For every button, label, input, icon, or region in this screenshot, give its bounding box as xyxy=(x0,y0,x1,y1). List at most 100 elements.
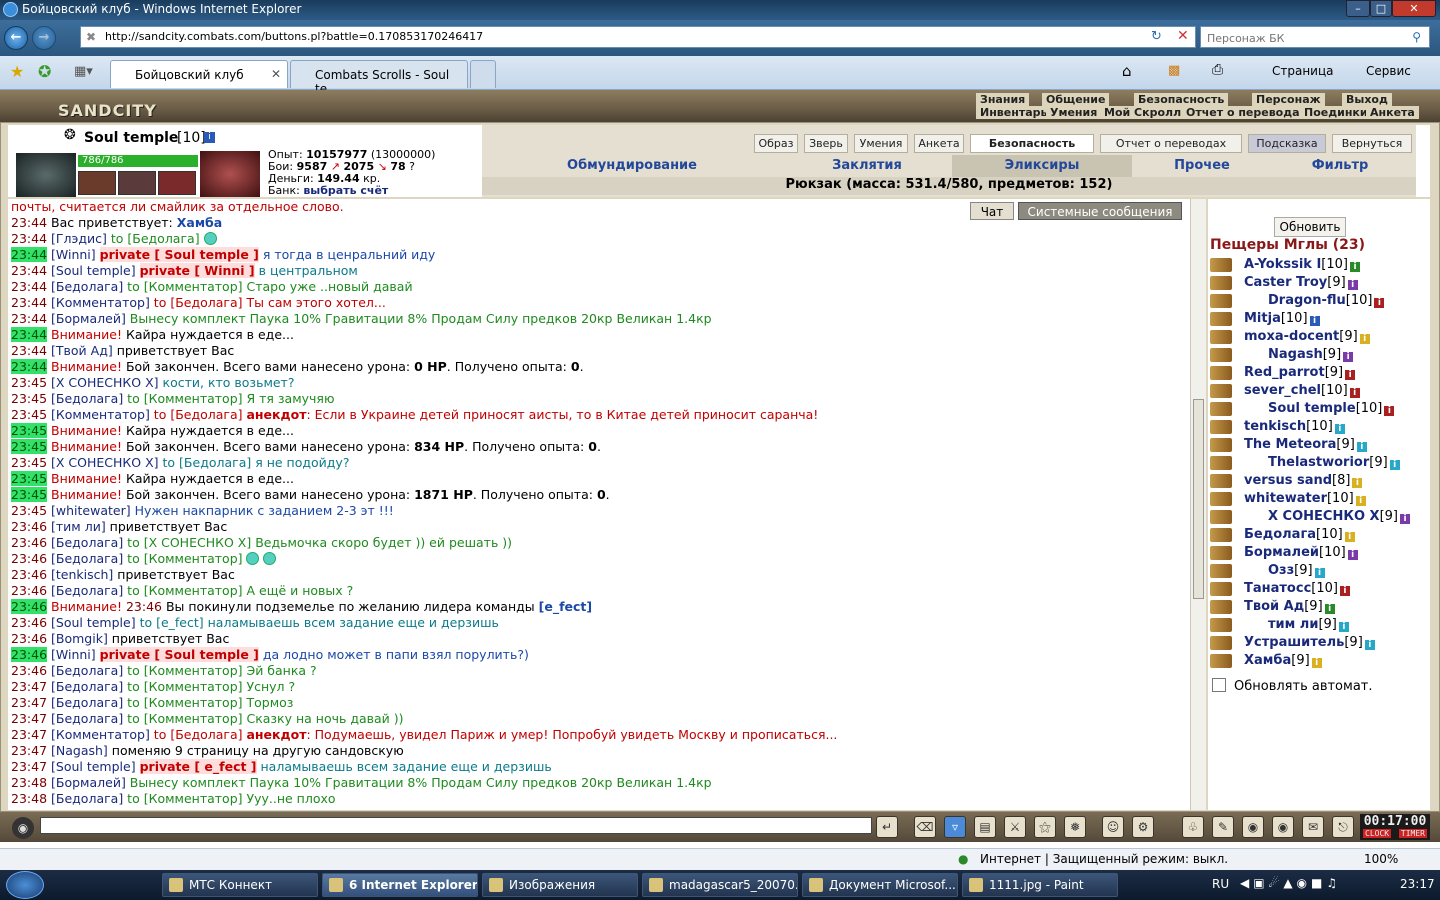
chat-author[interactable]: [X СОНЕСНКО X] xyxy=(51,375,159,390)
tools-menu[interactable]: Сервис xyxy=(1366,64,1411,78)
info-icon[interactable]: i xyxy=(1314,568,1325,578)
chat-timestamp[interactable]: 23:44 xyxy=(11,343,47,358)
chat-timestamp[interactable]: 23:45 xyxy=(11,375,47,390)
player-row[interactable]: Твой Ад[9] i xyxy=(1210,599,1428,617)
player-row[interactable]: Хамба[9] i xyxy=(1210,653,1428,671)
player-name[interactable]: Thelastworior xyxy=(1268,455,1369,470)
menu-inventory[interactable]: Инвентарь xyxy=(976,106,1052,119)
player-row[interactable]: Бормалей[10] i xyxy=(1210,545,1428,563)
player-name-link[interactable]: Озз[9] i xyxy=(1268,563,1325,578)
chat-author[interactable]: [Бедолага] xyxy=(51,391,123,406)
info-icon[interactable]: i xyxy=(1356,442,1367,452)
pet-slot[interactable] xyxy=(200,151,260,197)
info-icon[interactable]: i xyxy=(1349,388,1360,398)
menu-profile[interactable]: Анкета xyxy=(1366,106,1419,119)
chat-author[interactable]: [Soul temple] xyxy=(51,263,136,278)
chat-author[interactable]: [Soul temple] xyxy=(51,615,136,630)
scroll-icon[interactable]: ✎ xyxy=(1212,816,1234,838)
info-icon[interactable]: i xyxy=(1334,424,1345,434)
btn-pet[interactable]: Зверь xyxy=(804,134,848,153)
menu-skills[interactable]: Умения xyxy=(1046,106,1102,119)
player-name[interactable]: moxa-docent xyxy=(1244,329,1339,344)
player-name-link[interactable]: Твой Ад[9] i xyxy=(1244,599,1335,614)
chat-author[interactable]: [Soul temple] xyxy=(51,759,136,774)
chat-author[interactable]: [Бедолага] xyxy=(51,791,123,806)
info-icon[interactable]: i xyxy=(1359,334,1370,344)
player-name-link[interactable]: Бедолага[10] i xyxy=(1244,527,1355,542)
info-icon[interactable]: i xyxy=(1389,460,1400,470)
mail-icon[interactable]: ✉ xyxy=(1302,816,1324,838)
exit-icon[interactable]: ⎋ xyxy=(1332,816,1354,838)
inventory-icon[interactable]: ♧ xyxy=(1182,816,1204,838)
avatar[interactable] xyxy=(16,153,76,197)
info-icon[interactable]: i xyxy=(1352,478,1363,488)
player-name[interactable]: Танатосс xyxy=(1244,581,1311,596)
private-message-icon[interactable] xyxy=(1210,294,1232,308)
chat-timestamp[interactable]: 23:44 xyxy=(11,215,47,230)
chat-timestamp[interactable]: 23:48 xyxy=(11,791,47,806)
chat-timestamp[interactable]: 23:44 xyxy=(11,327,48,342)
player-row[interactable]: Бедолага[10] i xyxy=(1210,527,1428,545)
search-icon[interactable]: ⚲ xyxy=(1412,30,1421,44)
chat-timestamp[interactable]: 23:46 xyxy=(11,647,48,662)
chat-author[interactable]: [Бедолага] xyxy=(51,583,123,598)
player-name[interactable]: versus sand xyxy=(1244,473,1332,488)
player-row[interactable]: X СОНЕСНКО X[9] i xyxy=(1210,509,1428,527)
player-name[interactable]: Nagash xyxy=(1268,347,1323,362)
stop-icon[interactable]: ✕ xyxy=(1177,28,1189,44)
player-row[interactable]: tenkisch[10] i xyxy=(1210,419,1428,437)
chat-timestamp[interactable]: 23:44 xyxy=(11,359,48,374)
chat-timestamp[interactable]: 23:46 xyxy=(11,631,47,646)
private-tag[interactable]: private [ Soul temple ] xyxy=(99,647,259,662)
info-icon[interactable]: i xyxy=(1339,586,1350,596)
player-name-link[interactable]: Thelastworior[9] i xyxy=(1268,455,1400,470)
btn-return[interactable]: Вернуться xyxy=(1332,134,1412,153)
chat-timestamp[interactable]: 23:45 xyxy=(11,407,47,422)
player-name[interactable]: whitewater xyxy=(1244,491,1327,506)
player-name[interactable]: Caster Troy xyxy=(1244,275,1327,290)
player-name[interactable]: Mitja xyxy=(1244,311,1281,326)
player-name[interactable]: tenkisch xyxy=(1244,419,1306,434)
scroll-thumb[interactable] xyxy=(1193,399,1204,599)
player-row[interactable]: moxa-docent[9] i xyxy=(1210,329,1428,347)
info-icon[interactable]: i xyxy=(1349,262,1360,272)
private-message-icon[interactable] xyxy=(1210,582,1232,596)
chat-timestamp[interactable]: 23:47 xyxy=(11,679,47,694)
smiley-icon[interactable]: ☺ xyxy=(1102,816,1124,838)
chat-timestamp[interactable]: 23:44 xyxy=(11,247,48,262)
chat-author[interactable]: [Бедолага] xyxy=(51,279,123,294)
taskbar-item[interactable]: 1111.jpg - Paint xyxy=(962,873,1118,897)
taskbar-item[interactable]: Документ Microsof... xyxy=(802,873,958,897)
chat-author[interactable]: [Бедолага] xyxy=(51,711,123,726)
private-message-icon[interactable] xyxy=(1210,384,1232,398)
chat-timestamp[interactable]: 23:45 xyxy=(11,391,47,406)
private-message-icon[interactable] xyxy=(1210,636,1232,650)
chat-timestamp[interactable]: 23:46 xyxy=(11,535,47,550)
player-name[interactable]: Озз xyxy=(1268,563,1294,578)
private-message-icon[interactable] xyxy=(1210,474,1232,488)
player-row[interactable]: Caster Troy[9] i xyxy=(1210,275,1428,293)
quick-tabs-icon[interactable]: ▦▾ xyxy=(74,64,93,79)
chat-author[interactable]: [tenkisch] xyxy=(51,567,113,582)
back-button[interactable]: ← xyxy=(4,26,28,50)
player-row[interactable]: Танатосс[10] i xyxy=(1210,581,1428,599)
chat-author[interactable]: [Комментатор] xyxy=(51,407,150,422)
start-button[interactable] xyxy=(6,871,44,899)
chat-author[interactable]: [Winni] xyxy=(51,247,96,262)
chat-timestamp[interactable]: 23:46 xyxy=(11,599,48,614)
player-name-link[interactable]: whitewater[10] i xyxy=(1244,491,1366,506)
chat-author[interactable]: [Бедолага] xyxy=(51,551,123,566)
player-name-link[interactable]: Nagash[9] i xyxy=(1268,347,1354,362)
tab-system-messages[interactable]: Системные сообщения xyxy=(1018,202,1182,220)
chat-timestamp[interactable]: 23:44 xyxy=(11,231,47,246)
player-name[interactable]: The Meteora xyxy=(1244,437,1336,452)
private-message-icon[interactable] xyxy=(1210,276,1232,290)
player-name[interactable]: sever_chel xyxy=(1244,383,1321,398)
tab-equipment[interactable]: Обмундирование xyxy=(482,155,782,177)
player-row[interactable]: Nagash[9] i xyxy=(1210,347,1428,365)
player-name-link[interactable]: Soul temple[10] i xyxy=(1268,401,1395,416)
info-icon[interactable]: i xyxy=(1355,496,1366,506)
item-slot-3[interactable] xyxy=(158,171,196,195)
player-name-link[interactable]: A-Yokssik I[10] i xyxy=(1244,257,1360,272)
player-name[interactable]: Бормалей xyxy=(1244,545,1319,560)
